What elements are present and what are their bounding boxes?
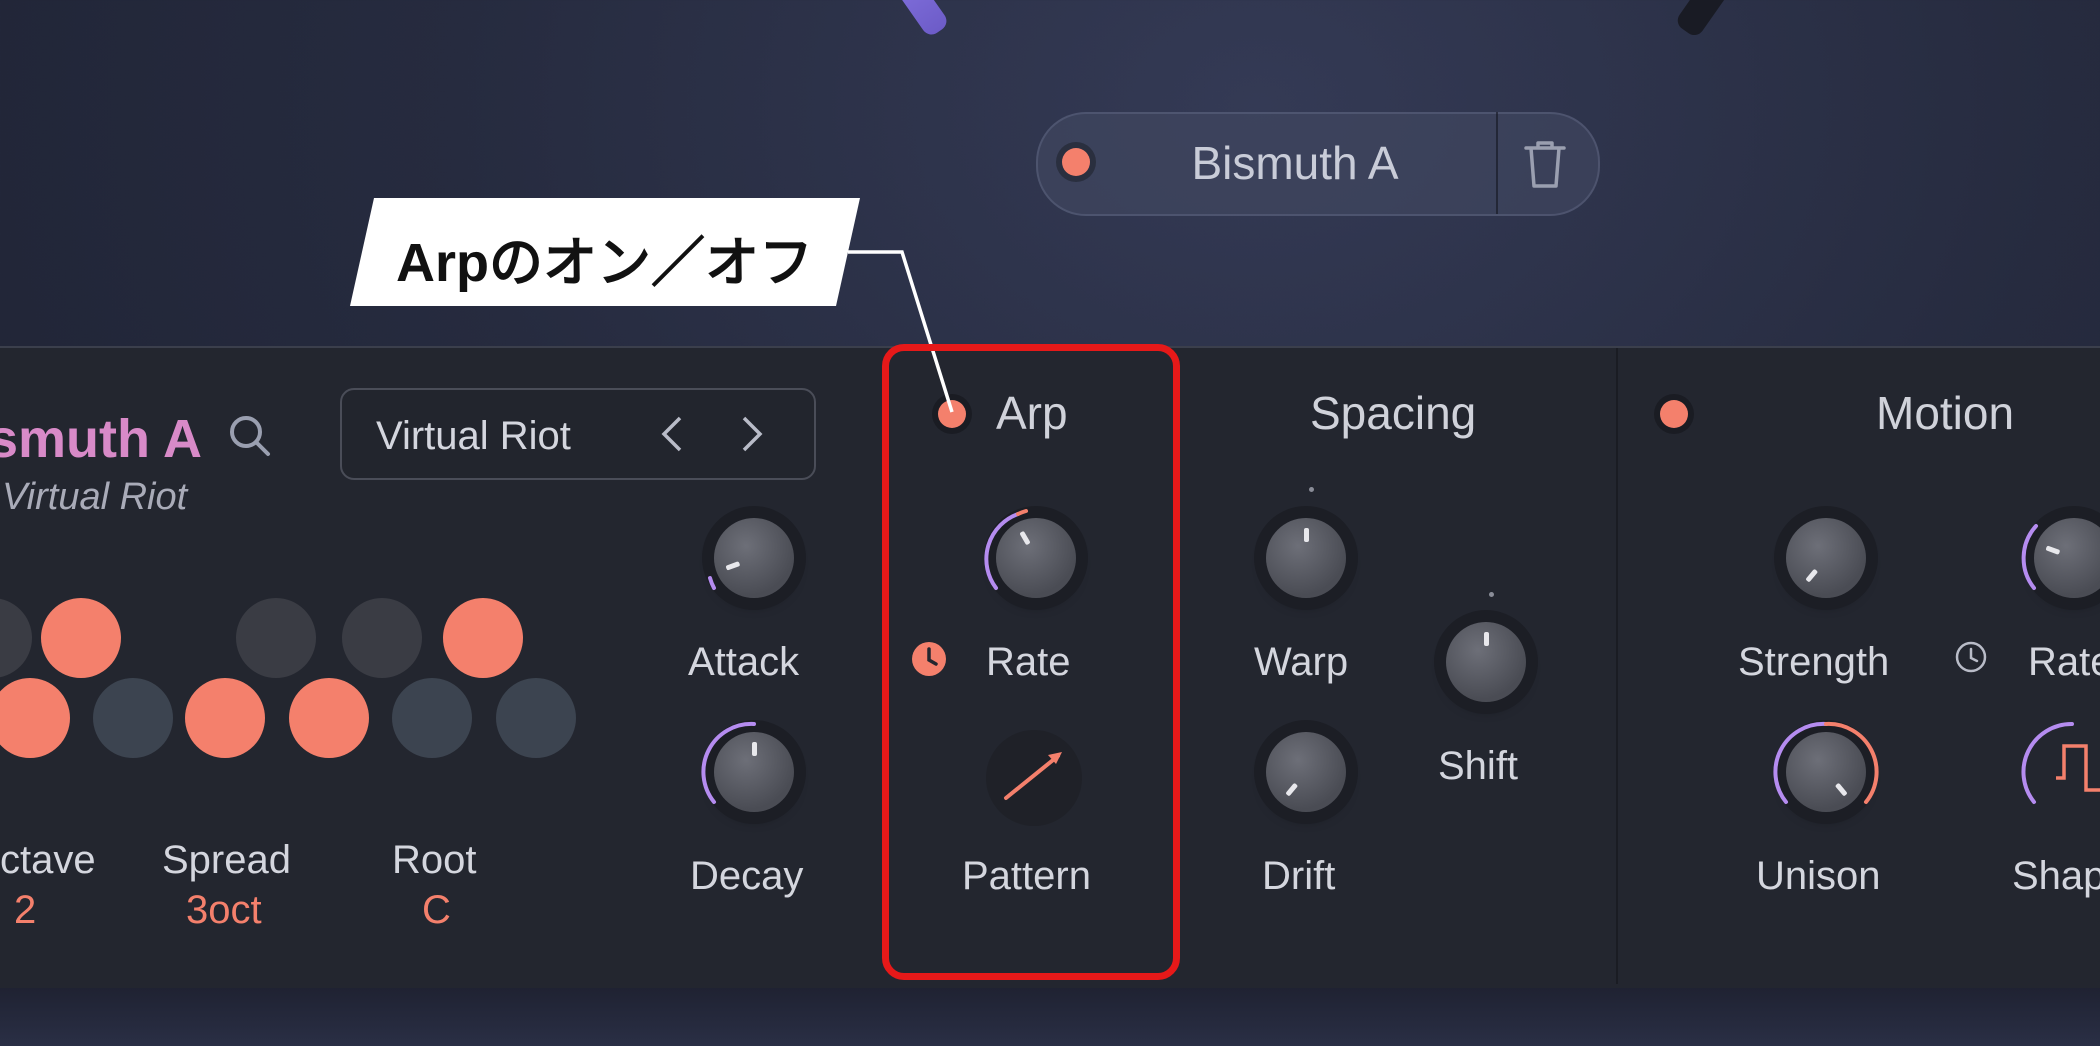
- spread-value[interactable]: 3oct: [186, 888, 262, 933]
- shift-label: Shift: [1438, 744, 1519, 788]
- shape-selector[interactable]: [2010, 710, 2100, 834]
- drift-knob[interactable]: [1266, 732, 1346, 812]
- root-value[interactable]: C: [422, 888, 451, 933]
- note-key[interactable]: [41, 598, 121, 678]
- unison-label: Unison: [1756, 854, 1881, 898]
- unison-knob[interactable]: [1786, 732, 1866, 812]
- spread-label: Spread: [162, 838, 291, 882]
- note-key[interactable]: [342, 598, 422, 678]
- center-marker: [1489, 592, 1494, 597]
- attack-label: Attack: [688, 640, 800, 684]
- shift-knob[interactable]: [1446, 622, 1526, 702]
- clock-icon[interactable]: [1954, 640, 1988, 674]
- section-divider: [1616, 348, 1618, 984]
- note-key[interactable]: [93, 678, 173, 758]
- search-icon[interactable]: [226, 412, 274, 460]
- note-key[interactable]: [289, 678, 369, 758]
- divider: [1496, 112, 1498, 214]
- arp-highlight-box: [882, 344, 1180, 980]
- decay-label: Decay: [690, 854, 804, 898]
- note-key[interactable]: [496, 678, 576, 758]
- strength-label: Strength: [1738, 640, 1890, 684]
- strength-knob[interactable]: [1786, 518, 1866, 598]
- center-marker: [1309, 487, 1314, 492]
- octave-label: ctave: [0, 838, 96, 882]
- chevron-left-icon[interactable]: [660, 414, 684, 454]
- note-key[interactable]: [236, 598, 316, 678]
- decorative-stick: [1673, 0, 1755, 39]
- motion-title: Motion: [1876, 387, 2015, 439]
- motion-toggle[interactable]: [1660, 400, 1688, 428]
- instrument-name[interactable]: smuth A: [0, 408, 202, 470]
- root-label: Root: [392, 838, 477, 882]
- preset-enable-toggle[interactable]: [1062, 148, 1090, 176]
- chevron-right-icon[interactable]: [740, 414, 764, 454]
- decorative-stick: [871, 0, 951, 39]
- author-select-value: Virtual Riot: [376, 414, 571, 458]
- callout-text: Arpのオン／オフ: [396, 233, 813, 293]
- warp-knob[interactable]: [1266, 518, 1346, 598]
- note-key[interactable]: [392, 678, 472, 758]
- decay-knob[interactable]: [714, 732, 794, 812]
- note-key[interactable]: [185, 678, 265, 758]
- octave-value[interactable]: 2: [14, 888, 36, 933]
- preset-name[interactable]: Bismuth A: [1110, 136, 1480, 190]
- spacing-title: Spacing: [1310, 387, 1477, 439]
- drift-label: Drift: [1262, 854, 1336, 898]
- shape-label: Shap: [2012, 854, 2100, 898]
- bottom-strip: [0, 988, 2100, 1046]
- attack-knob[interactable]: [714, 518, 794, 598]
- note-key[interactable]: [443, 598, 523, 678]
- instrument-author: Virtual Riot: [2, 476, 188, 518]
- motion-rate-label: Rate: [2028, 640, 2100, 684]
- warp-label: Warp: [1254, 640, 1349, 684]
- trash-icon[interactable]: [1522, 138, 1568, 190]
